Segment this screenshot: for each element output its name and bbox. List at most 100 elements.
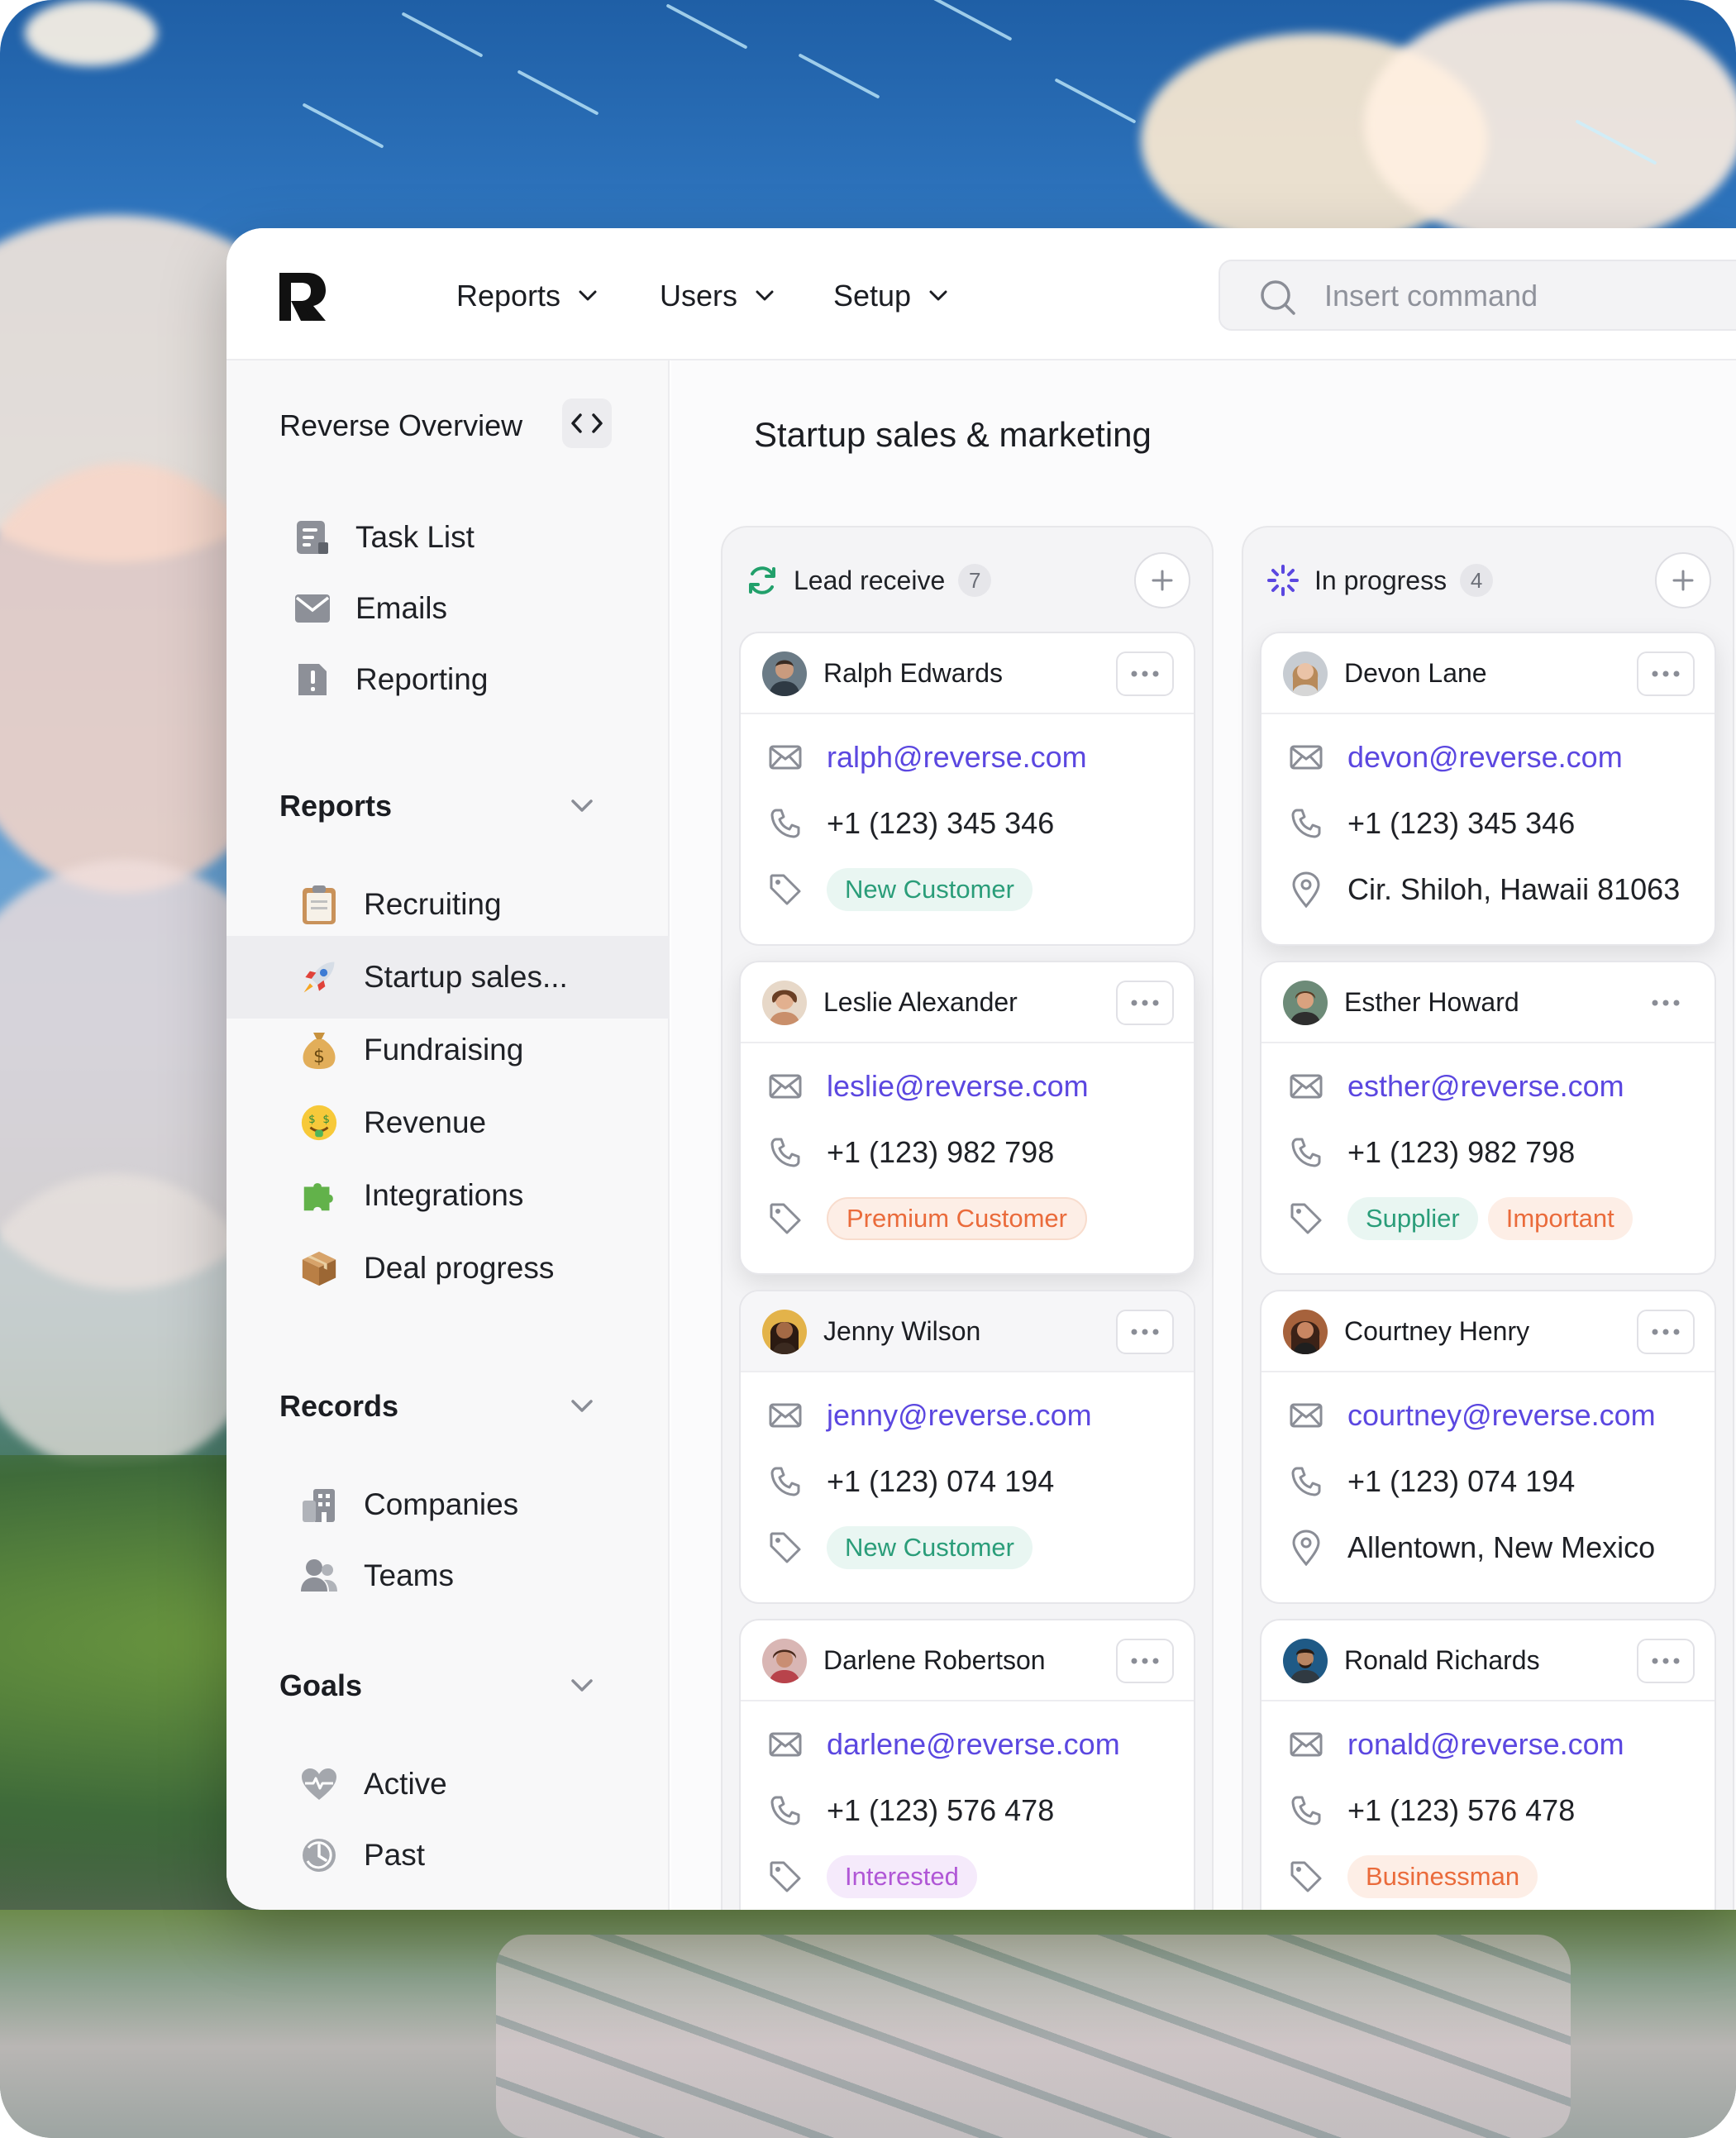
phone-icon (767, 1795, 804, 1826)
card-header: Devon Lane (1261, 633, 1715, 714)
more-dots-icon (1652, 1329, 1680, 1335)
add-card-button[interactable] (1134, 552, 1190, 608)
more-options-button[interactable] (1637, 651, 1695, 696)
email-row: darlene@reverse.com (767, 1721, 1120, 1768)
task-list-icon (293, 518, 332, 557)
sidebar-item-reporting[interactable]: Reporting (293, 655, 488, 704)
code-brackets-icon (571, 413, 603, 433)
nav-reports[interactable]: Reports (456, 271, 597, 321)
sidebar-item-companies[interactable]: Companies (293, 1480, 518, 1530)
mail-icon (1288, 745, 1324, 770)
reverse-logo-icon[interactable] (276, 270, 329, 324)
phone-row: +1 (123) 576 478 (767, 1787, 1054, 1834)
email-link[interactable]: darlene@reverse.com (827, 1727, 1120, 1762)
location-pin-icon (1288, 871, 1324, 908)
tags-row: Supplier Important (1288, 1195, 1643, 1242)
more-options-button[interactable] (1637, 981, 1695, 1025)
contact-name: Darlene Robertson (823, 1645, 1046, 1675)
puzzle-emoji-icon (299, 1176, 339, 1215)
contact-name: Jenny Wilson (823, 1316, 981, 1346)
sidebar-item-revenue[interactable]: $ $ Revenue (293, 1098, 486, 1148)
email-link[interactable]: ronald@reverse.com (1347, 1727, 1624, 1762)
email-link[interactable]: esther@reverse.com (1347, 1069, 1624, 1104)
email-link[interactable]: leslie@reverse.com (827, 1069, 1089, 1104)
phone-row: +1 (123) 074 194 (767, 1458, 1054, 1505)
more-options-button[interactable] (1116, 651, 1174, 696)
tags-row: Interested (767, 1854, 987, 1900)
contact-name: Leslie Alexander (823, 987, 1018, 1017)
contact-card[interactable]: Ronald Richards ronald@reverse.com +1 (1… (1260, 1619, 1716, 1910)
contact-card[interactable]: Courtney Henry courtney@reverse.com +1 (… (1260, 1290, 1716, 1604)
email-link[interactable]: devon@reverse.com (1347, 740, 1623, 775)
sidebar-item-label: Fundraising (364, 1033, 524, 1067)
email-link[interactable]: jenny@reverse.com (827, 1398, 1092, 1433)
building-icon (299, 1485, 339, 1525)
nav-setup-label: Setup (833, 279, 912, 313)
column-count-badge: 7 (958, 564, 992, 597)
package-emoji-icon (299, 1248, 339, 1288)
mail-icon (1288, 1732, 1324, 1757)
location-row: Allentown, New Mexico (1288, 1525, 1655, 1571)
tag-icon (767, 1202, 804, 1235)
svg-text:$: $ (322, 1114, 330, 1126)
sidebar-item-teams[interactable]: Teams (293, 1551, 454, 1601)
sidebar-item-label: Deal progress (364, 1251, 555, 1285)
email-link[interactable]: courtney@reverse.com (1347, 1398, 1656, 1433)
mail-icon (1288, 1074, 1324, 1099)
email-row: ralph@reverse.com (767, 734, 1087, 780)
sidebar-item-deal-progress[interactable]: Deal progress (293, 1243, 554, 1293)
chevron-down-icon[interactable] (570, 1399, 594, 1414)
contact-card[interactable]: Leslie Alexander leslie@reverse.com +1 (… (739, 961, 1195, 1275)
phone-row: +1 (123) 074 194 (1288, 1458, 1575, 1505)
column-header: In progress 4 (1266, 556, 1494, 605)
code-toggle-button[interactable] (562, 398, 612, 448)
contact-card[interactable]: Darlene Robertson darlene@reverse.com +1… (739, 1619, 1195, 1910)
sidebar-item-label: Task List (355, 520, 475, 554)
overview-title: Reverse Overview (279, 408, 523, 442)
chevron-down-icon[interactable] (570, 799, 594, 814)
add-card-button[interactable] (1655, 552, 1711, 608)
phone-icon (767, 1137, 804, 1168)
sidebar-item-task-list[interactable]: Task List (293, 513, 475, 562)
sidebar-item-startup-sales[interactable]: Startup sales... (293, 952, 568, 1002)
users-icon (299, 1556, 339, 1596)
chevron-down-icon[interactable] (570, 1678, 594, 1693)
nav-users[interactable]: Users (660, 271, 774, 321)
more-options-button[interactable] (1116, 1639, 1174, 1683)
contact-name: Devon Lane (1344, 658, 1487, 688)
tag-icon (767, 873, 804, 906)
loader-icon (1266, 564, 1300, 597)
avatar (1283, 1639, 1328, 1683)
card-header: Darlene Robertson (741, 1620, 1194, 1701)
sidebar-item-fundraising[interactable]: $ Fundraising (293, 1025, 523, 1075)
more-options-button[interactable] (1116, 1310, 1174, 1354)
command-search[interactable] (1219, 260, 1736, 331)
column-count-badge: 4 (1460, 564, 1494, 597)
more-options-button[interactable] (1637, 1639, 1695, 1683)
tag-badge: Important (1487, 1197, 1633, 1240)
contact-name: Ralph Edwards (823, 658, 1003, 688)
sidebar-item-active[interactable]: Active (293, 1759, 447, 1809)
sidebar-item-recruiting[interactable]: Recruiting (293, 880, 502, 929)
tag-badge: Businessman (1347, 1855, 1538, 1898)
phone-icon (1288, 1795, 1324, 1826)
section-title-reports: Reports (279, 789, 393, 823)
nav-setup[interactable]: Setup (833, 271, 947, 321)
contact-card[interactable]: Esther Howard esther@reverse.com +1 (123… (1260, 961, 1716, 1275)
phone-icon (767, 808, 804, 839)
contact-card[interactable]: Jenny Wilson jenny@reverse.com +1 (123) … (739, 1290, 1195, 1604)
sidebar-item-integrations[interactable]: Integrations (293, 1171, 523, 1220)
tag-icon (767, 1531, 804, 1564)
sidebar-item-past[interactable]: Past (293, 1830, 425, 1880)
search-input[interactable] (1324, 273, 1736, 319)
card-header: Ronald Richards (1261, 1620, 1715, 1701)
contact-card[interactable]: Ralph Edwards ralph@reverse.com +1 (123)… (739, 632, 1195, 946)
more-options-button[interactable] (1637, 1310, 1695, 1354)
more-options-button[interactable] (1116, 981, 1174, 1025)
phone-number: +1 (123) 074 194 (827, 1464, 1055, 1498)
sidebar-item-emails[interactable]: Emails (293, 584, 447, 633)
contact-name: Esther Howard (1344, 987, 1519, 1017)
email-link[interactable]: ralph@reverse.com (827, 740, 1087, 775)
tag-badge: Interested (827, 1855, 977, 1898)
contact-card[interactable]: Devon Lane devon@reverse.com +1 (123) 34… (1260, 632, 1716, 946)
